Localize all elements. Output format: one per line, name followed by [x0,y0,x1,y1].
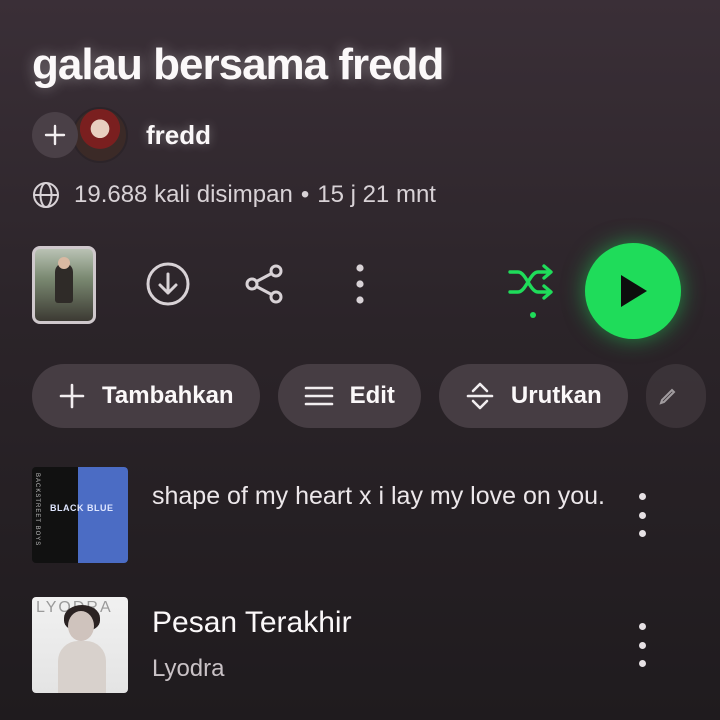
edit-label: Edit [349,382,395,409]
shuffle-button[interactable] [506,260,560,324]
track-artwork: LYODRA [32,597,128,693]
sort-label: Urutkan [510,382,602,409]
dot [638,660,646,667]
add-songs-button[interactable]: Tambahkan [32,364,260,428]
dot [638,511,646,519]
track-artist: Lyodra [152,655,225,682]
playlist-controls [0,240,720,339]
track-title: shape of my heart x i lay my love on you… [152,482,605,510]
play-button[interactable] [585,243,681,339]
dot [638,493,646,500]
playlist-cover-thumbnail[interactable] [32,246,96,324]
playlist-title: galau bersama fredd [32,40,444,89]
shuffle-icon [508,264,553,318]
plus-icon [44,124,66,146]
artwork-side-text: BACKSTREET BOYS [34,473,40,547]
meta-separator: • [300,181,310,208]
sort-button[interactable]: Urutkan [438,364,628,428]
add-collaborator-button[interactable] [32,112,78,158]
owner-row: fredd [32,107,211,163]
share-button[interactable] [240,260,288,308]
artwork-text: BLACK BLUE [50,503,114,513]
sort-icon [466,382,494,410]
track-row[interactable]: LYODRA Pesan Terakhir Lyodra [32,597,712,693]
download-button[interactable] [144,260,192,308]
track-row[interactable]: BLACK BLUE BACKSTREET BOYS shape of my h… [32,467,712,563]
action-chips: Tambahkan Edit Urutkan [32,364,720,428]
track-artwork: BLACK BLUE BACKSTREET BOYS [32,467,128,563]
globe-icon [33,182,59,208]
track-more-button[interactable] [630,623,654,667]
dot [638,641,646,649]
dot [638,623,646,630]
owner-name[interactable]: fredd [146,120,211,151]
play-icon [621,275,647,307]
add-songs-label: Tambahkan [102,382,234,409]
playlist-meta: 19.688 kali disimpan • 15 j 21 mnt [32,178,436,212]
more-vertical-icon [356,264,364,304]
plus-icon [59,383,85,409]
owner-avatar[interactable] [72,107,128,163]
more-chip-partial[interactable] [645,364,706,428]
track-more-button[interactable] [630,493,654,537]
download-icon [146,262,190,306]
more-options-button[interactable] [346,260,374,308]
edit-button[interactable]: Edit [277,364,421,428]
pencil-icon [659,388,676,405]
menu-lines-icon [304,386,333,406]
share-icon [245,264,283,304]
track-title: Pesan Terakhir [152,606,352,639]
playlist-duration: 15 j 21 mnt [317,181,436,208]
saves-count: 19.688 kali disimpan [74,181,293,208]
dot [638,530,646,537]
